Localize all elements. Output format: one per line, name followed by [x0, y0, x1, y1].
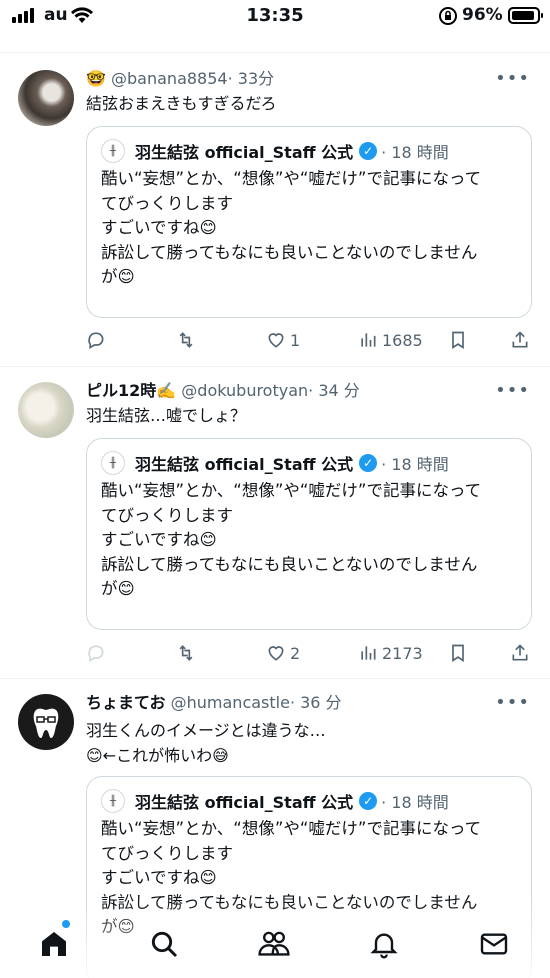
quoted-tweet[interactable]: ╫ 羽生結弦 official_Staff 公式 ✓ · 18 時間 酷い“妄想…: [86, 126, 532, 318]
display-name[interactable]: ピル12時✍️: [86, 381, 176, 400]
quoted-text: 酷い“妄想”とか、“想像”や“嘘だけ”で記事になって てびっくりします すごいで…: [101, 481, 482, 598]
timestamp[interactable]: · 33分: [228, 69, 275, 88]
verified-badge-icon: ✓: [359, 792, 378, 810]
handle[interactable]: @humancastle: [171, 693, 290, 712]
views-button[interactable]: 1685: [358, 330, 423, 350]
retweet-button[interactable]: [176, 643, 196, 663]
tweet-header: 🤓 @banana8854· 33分: [86, 68, 274, 90]
bookmark-button[interactable]: [448, 330, 468, 350]
avatar[interactable]: [18, 694, 74, 750]
messages-icon[interactable]: [474, 924, 514, 964]
handle[interactable]: @banana8854: [111, 69, 228, 88]
view-count: 1685: [382, 330, 423, 350]
verified-badge-icon: ✓: [359, 142, 378, 160]
handle[interactable]: @dokuburotyan: [181, 381, 308, 400]
unread-indicator: [62, 920, 70, 928]
tweet-actions: 2 2173: [86, 643, 532, 667]
timestamp[interactable]: · 34 分: [308, 381, 360, 400]
avatar[interactable]: [18, 382, 74, 438]
display-name[interactable]: 🤓: [86, 69, 106, 88]
quoted-display-name: 羽生結弦 official_Staff 公式: [135, 455, 354, 474]
home-icon[interactable]: [34, 924, 74, 964]
quoted-avatar: ╫: [101, 789, 125, 813]
like-button[interactable]: 1: [266, 330, 300, 350]
tweet-header: ちょまてお @humancastle· 36 分: [86, 692, 342, 714]
like-count: 1: [290, 330, 301, 350]
avatar[interactable]: [18, 70, 74, 126]
quoted-avatar: ╫: [101, 139, 125, 163]
quoted-text: 酷い“妄想”とか、“想像”や“嘘だけ”で記事になって てびっくりします すごいで…: [101, 169, 482, 286]
battery-icon: [508, 7, 543, 24]
battery-percent: 96%: [462, 5, 503, 25]
quoted-avatar: ╫: [101, 451, 125, 475]
reply-button[interactable]: [86, 330, 106, 350]
tooth-icon: [33, 708, 59, 738]
more-options-icon[interactable]: •••: [495, 380, 530, 401]
view-count: 2173: [382, 643, 423, 663]
tweet-header: ピル12時✍️ @dokuburotyan· 34 分: [86, 380, 360, 402]
views-button[interactable]: 2173: [358, 643, 423, 663]
verified-badge-icon: ✓: [359, 454, 378, 472]
reply-button[interactable]: [86, 643, 106, 663]
retweet-button[interactable]: [176, 330, 196, 350]
divider: [0, 678, 550, 679]
more-options-icon[interactable]: •••: [495, 692, 530, 713]
bottom-nav: [0, 912, 550, 978]
tweet-actions: 1 1685: [86, 330, 532, 354]
share-button[interactable]: [510, 643, 530, 663]
search-icon[interactable]: [144, 924, 184, 964]
notifications-icon[interactable]: [364, 924, 404, 964]
quoted-timestamp: · 18 時間: [381, 455, 449, 474]
quoted-display-name: 羽生結弦 official_Staff 公式: [135, 793, 354, 812]
status-bar: au 13:35 96%: [0, 0, 550, 34]
like-button[interactable]: 2: [266, 643, 300, 663]
like-count: 2: [290, 643, 301, 663]
communities-icon[interactable]: [254, 924, 294, 964]
quoted-timestamp: · 18 時間: [381, 143, 449, 162]
tweet[interactable]: 🤓 @banana8854· 33分 ••• 結弦おまえきもすぎるだろ ╫ 羽生…: [0, 68, 550, 364]
tweet-text: 結弦おまえきもすぎるだろ: [86, 94, 277, 113]
tweet-text: 羽生結弦…嘘でしょ？: [86, 406, 247, 425]
quoted-display-name: 羽生結弦 official_Staff 公式: [135, 143, 354, 162]
divider: [0, 52, 550, 53]
quoted-tweet[interactable]: ╫ 羽生結弦 official_Staff 公式 ✓ · 18 時間 酷い“妄想…: [86, 438, 532, 630]
tweet-text: 羽生くんのイメージとは違うな… 😊←これが怖いわ😅: [86, 721, 326, 765]
more-options-icon[interactable]: •••: [495, 68, 530, 89]
share-button[interactable]: [510, 330, 530, 350]
display-name[interactable]: ちょまてお: [86, 693, 166, 712]
bookmark-button[interactable]: [448, 643, 468, 663]
quoted-timestamp: · 18 時間: [381, 793, 449, 812]
tweet[interactable]: ピル12時✍️ @dokuburotyan· 34 分 ••• 羽生結弦…嘘でし…: [0, 380, 550, 676]
rotation-lock-icon: [438, 6, 458, 30]
divider: [0, 366, 550, 367]
timestamp[interactable]: · 36 分: [290, 693, 342, 712]
